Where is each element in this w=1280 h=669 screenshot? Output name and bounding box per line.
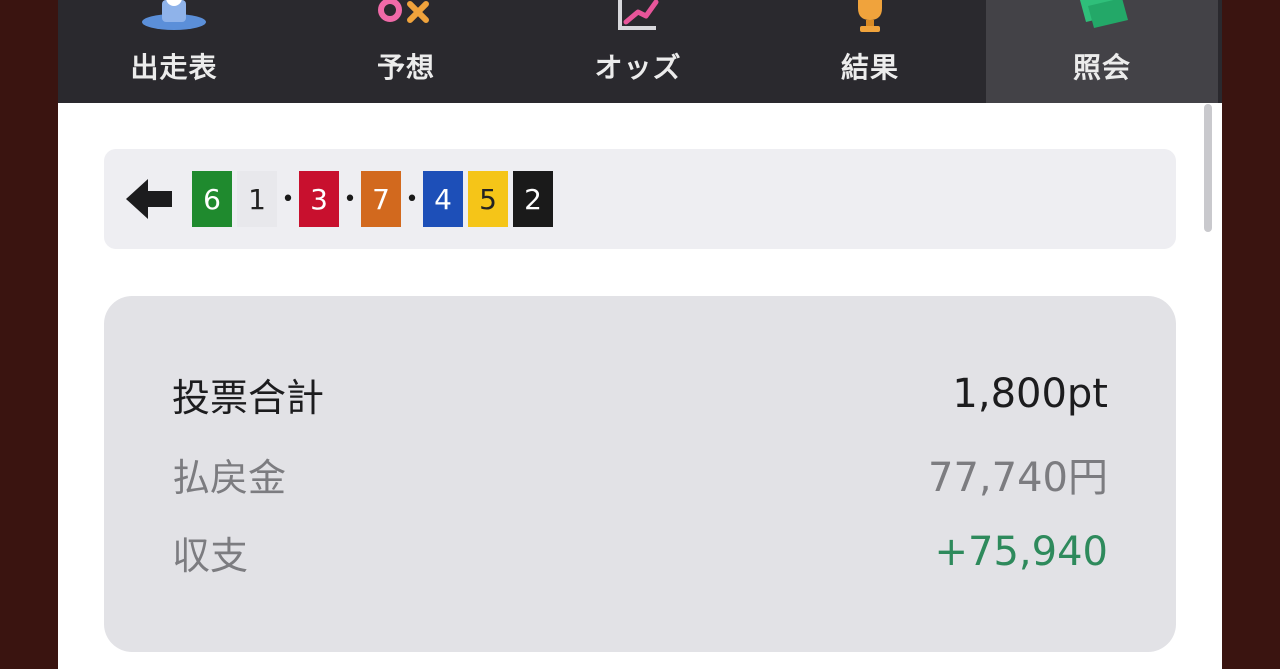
balance-value: +75,940 bbox=[934, 529, 1108, 575]
top-nav: 出走表 予想 オッズ 結果 照会 bbox=[58, 0, 1222, 103]
back-arrow-icon[interactable] bbox=[124, 177, 174, 221]
trophy-icon bbox=[858, 0, 882, 32]
boat-number-box: 4 bbox=[423, 171, 463, 227]
payout-row: 払戻金 77,740円 bbox=[172, 446, 1108, 502]
total-bet-value: 1,800pt bbox=[952, 371, 1108, 417]
payout-label: 払戻金 bbox=[172, 455, 287, 500]
combination-separator: • bbox=[281, 186, 295, 212]
bet-combination: 6 1 • 3 • 7 • 4 5 2 bbox=[192, 171, 553, 227]
balance-label: 収支 bbox=[172, 533, 249, 578]
tab-label: 結果 bbox=[840, 51, 899, 84]
ticket-icon bbox=[1080, 0, 1128, 28]
podium-icon bbox=[142, 0, 206, 30]
tab-odds[interactable]: オッズ bbox=[522, 0, 754, 103]
odds-chart-icon bbox=[618, 0, 659, 30]
total-bet-row: 投票合計 1,800pt bbox=[172, 366, 1108, 422]
tab-label: 予想 bbox=[376, 51, 435, 84]
total-bet-label: 投票合計 bbox=[172, 375, 325, 420]
boat-number-box: 1 bbox=[237, 171, 277, 227]
boat-number-box: 3 bbox=[299, 171, 339, 227]
tab-label: 出走表 bbox=[130, 51, 218, 84]
combination-group: 452 bbox=[423, 171, 553, 227]
boat-number-box: 6 bbox=[192, 171, 232, 227]
balance-row: 収支 +75,940 bbox=[172, 524, 1108, 580]
tab-results[interactable]: 結果 bbox=[754, 0, 986, 103]
combination-group: 61 bbox=[192, 171, 277, 227]
scrollbar[interactable] bbox=[1204, 104, 1212, 232]
tab-label: 照会 bbox=[1072, 51, 1131, 84]
tab-race-card[interactable]: 出走表 bbox=[58, 0, 290, 103]
tab-label: オッズ bbox=[594, 51, 682, 84]
prediction-icon bbox=[378, 0, 429, 23]
bet-combination-bar: 6 1 • 3 • 7 • 4 5 2 bbox=[104, 149, 1176, 249]
tab-inquiry[interactable]: 照会 bbox=[986, 0, 1218, 103]
payout-value: 77,740円 bbox=[928, 455, 1108, 501]
boat-number-box: 2 bbox=[513, 171, 553, 227]
combination-separator: • bbox=[405, 186, 419, 212]
boat-number-box: 5 bbox=[468, 171, 508, 227]
boat-number-box: 7 bbox=[361, 171, 401, 227]
summary-card: 投票合計 1,800pt 払戻金 77,740円 収支 +75,940 bbox=[104, 296, 1176, 652]
combination-separator: • bbox=[343, 186, 357, 212]
combination-group: 7 bbox=[361, 171, 401, 227]
app-frame: 出走表 予想 オッズ 結果 照会 6 1 • 3 • 7 • 4 5 2 投票合… bbox=[58, 0, 1222, 669]
combination-group: 3 bbox=[299, 171, 339, 227]
tab-prediction[interactable]: 予想 bbox=[290, 0, 522, 103]
